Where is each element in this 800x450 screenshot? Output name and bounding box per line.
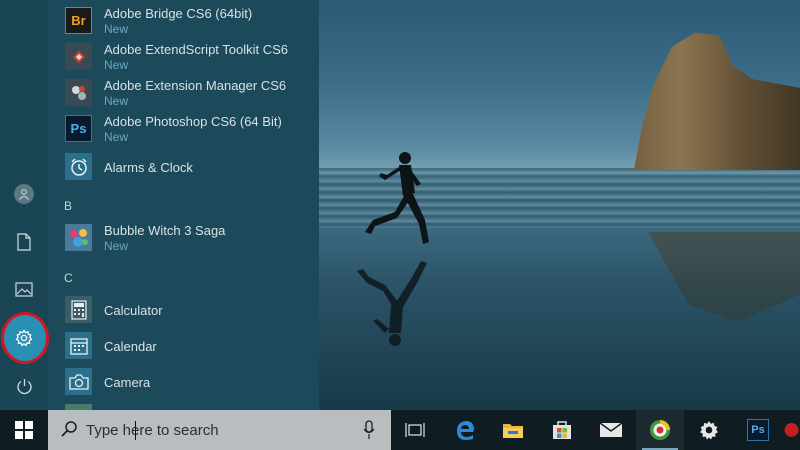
power-button[interactable]	[0, 364, 48, 408]
edge-taskbar-button[interactable]	[441, 410, 489, 450]
photoshop-icon-text: Ps	[70, 121, 87, 136]
picture-icon	[15, 281, 33, 297]
photoshop-icon: Ps	[65, 115, 92, 142]
app-item-alarms-clock[interactable]: Alarms & Clock	[64, 150, 314, 186]
app-name: Adobe Extension Manager CS6	[104, 78, 287, 93]
app-name: Adobe Bridge CS6 (64bit)	[104, 6, 253, 21]
app-name: Camera	[104, 375, 151, 390]
app-item-bubble-witch[interactable]: Bubble Witch 3 Saga New	[64, 221, 314, 257]
power-icon	[16, 378, 32, 394]
microphone-icon[interactable]	[363, 420, 375, 440]
start-button[interactable]	[0, 410, 48, 450]
gear-icon	[700, 421, 718, 440]
store-icon	[553, 421, 571, 439]
new-badge: New	[104, 130, 129, 144]
windows-logo-icon	[15, 421, 33, 439]
red-app-taskbar-button[interactable]	[783, 410, 800, 450]
photoshop-icon-text: Ps	[751, 424, 765, 436]
wallpaper-cliff	[634, 32, 800, 170]
app-circle-icon	[650, 420, 670, 440]
task-view-button[interactable]	[391, 410, 439, 450]
photoshop-icon: Ps	[747, 419, 769, 441]
wallpaper-runner-reflection	[357, 261, 427, 346]
app-item-calculator[interactable]: Calculator	[64, 293, 314, 329]
start-menu: Br Adobe Bridge CS6 (64bit) New Adobe Ex…	[0, 0, 319, 410]
extendscript-icon	[65, 43, 92, 70]
app-name: Calendar	[104, 339, 157, 354]
new-badge: New	[104, 94, 129, 108]
taskbar: Ps	[0, 410, 800, 450]
settings-button[interactable]	[0, 316, 48, 360]
app-item-calendar[interactable]: Calendar	[64, 329, 314, 365]
file-explorer-icon	[503, 424, 523, 438]
app-item-adobe-photoshop[interactable]: Ps Adobe Photoshop CS6 (64 Bit) New	[64, 112, 314, 148]
bridge-icon-text: Br	[71, 13, 86, 28]
clock-icon	[65, 153, 92, 180]
app-item-camera[interactable]: Camera	[64, 365, 314, 401]
calculator-icon	[65, 296, 92, 323]
user-icon	[14, 184, 34, 204]
bubble-witch-icon	[65, 224, 92, 251]
user-account-button[interactable]	[0, 172, 48, 216]
app-list: Br Adobe Bridge CS6 (64bit) New Adobe Ex…	[48, 0, 319, 410]
search-icon	[61, 421, 77, 437]
documents-button[interactable]	[0, 220, 48, 264]
search-box[interactable]	[48, 410, 391, 450]
camera-icon	[65, 368, 92, 395]
text-caret	[135, 421, 136, 440]
start-menu-rail	[0, 0, 49, 410]
app-name: Alarms & Clock	[104, 160, 193, 175]
task-view-icon	[405, 423, 425, 437]
app-name: Bubble Witch 3 Saga	[104, 223, 226, 238]
section-letter-c[interactable]: C	[64, 271, 73, 285]
extension-manager-icon	[65, 79, 92, 106]
file-explorer-taskbar-button[interactable]	[489, 410, 537, 450]
new-badge: New	[104, 239, 129, 253]
new-badge: New	[104, 22, 129, 36]
app-item-extendscript-toolkit[interactable]: Adobe ExtendScript Toolkit CS6 New	[64, 40, 314, 76]
app-taskbar-button[interactable]	[636, 410, 684, 450]
app-name: Calculator	[104, 303, 163, 318]
mail-icon	[599, 422, 623, 437]
mail-taskbar-button[interactable]	[587, 410, 635, 450]
section-letter-b[interactable]: B	[64, 199, 72, 213]
red-app-icon	[784, 423, 799, 437]
app-name: Adobe ExtendScript Toolkit CS6	[104, 42, 289, 57]
app-item-extension-manager[interactable]: Adobe Extension Manager CS6 New	[64, 76, 314, 112]
wallpaper-runner	[365, 152, 429, 244]
app-item-partial[interactable]	[64, 401, 314, 410]
app-item-adobe-bridge[interactable]: Br Adobe Bridge CS6 (64bit) New	[64, 4, 314, 40]
gear-icon	[15, 329, 33, 347]
new-badge: New	[104, 58, 129, 72]
bridge-icon: Br	[65, 7, 92, 34]
search-input[interactable]	[86, 410, 356, 450]
calendar-icon	[65, 332, 92, 359]
store-taskbar-button[interactable]	[538, 410, 586, 450]
app-name: Adobe Photoshop CS6 (64 Bit)	[104, 114, 282, 129]
document-icon	[17, 233, 31, 251]
photoshop-taskbar-button[interactable]: Ps	[734, 410, 782, 450]
pictures-button[interactable]	[0, 267, 48, 311]
settings-taskbar-button[interactable]	[685, 410, 733, 450]
edge-icon	[457, 421, 474, 440]
